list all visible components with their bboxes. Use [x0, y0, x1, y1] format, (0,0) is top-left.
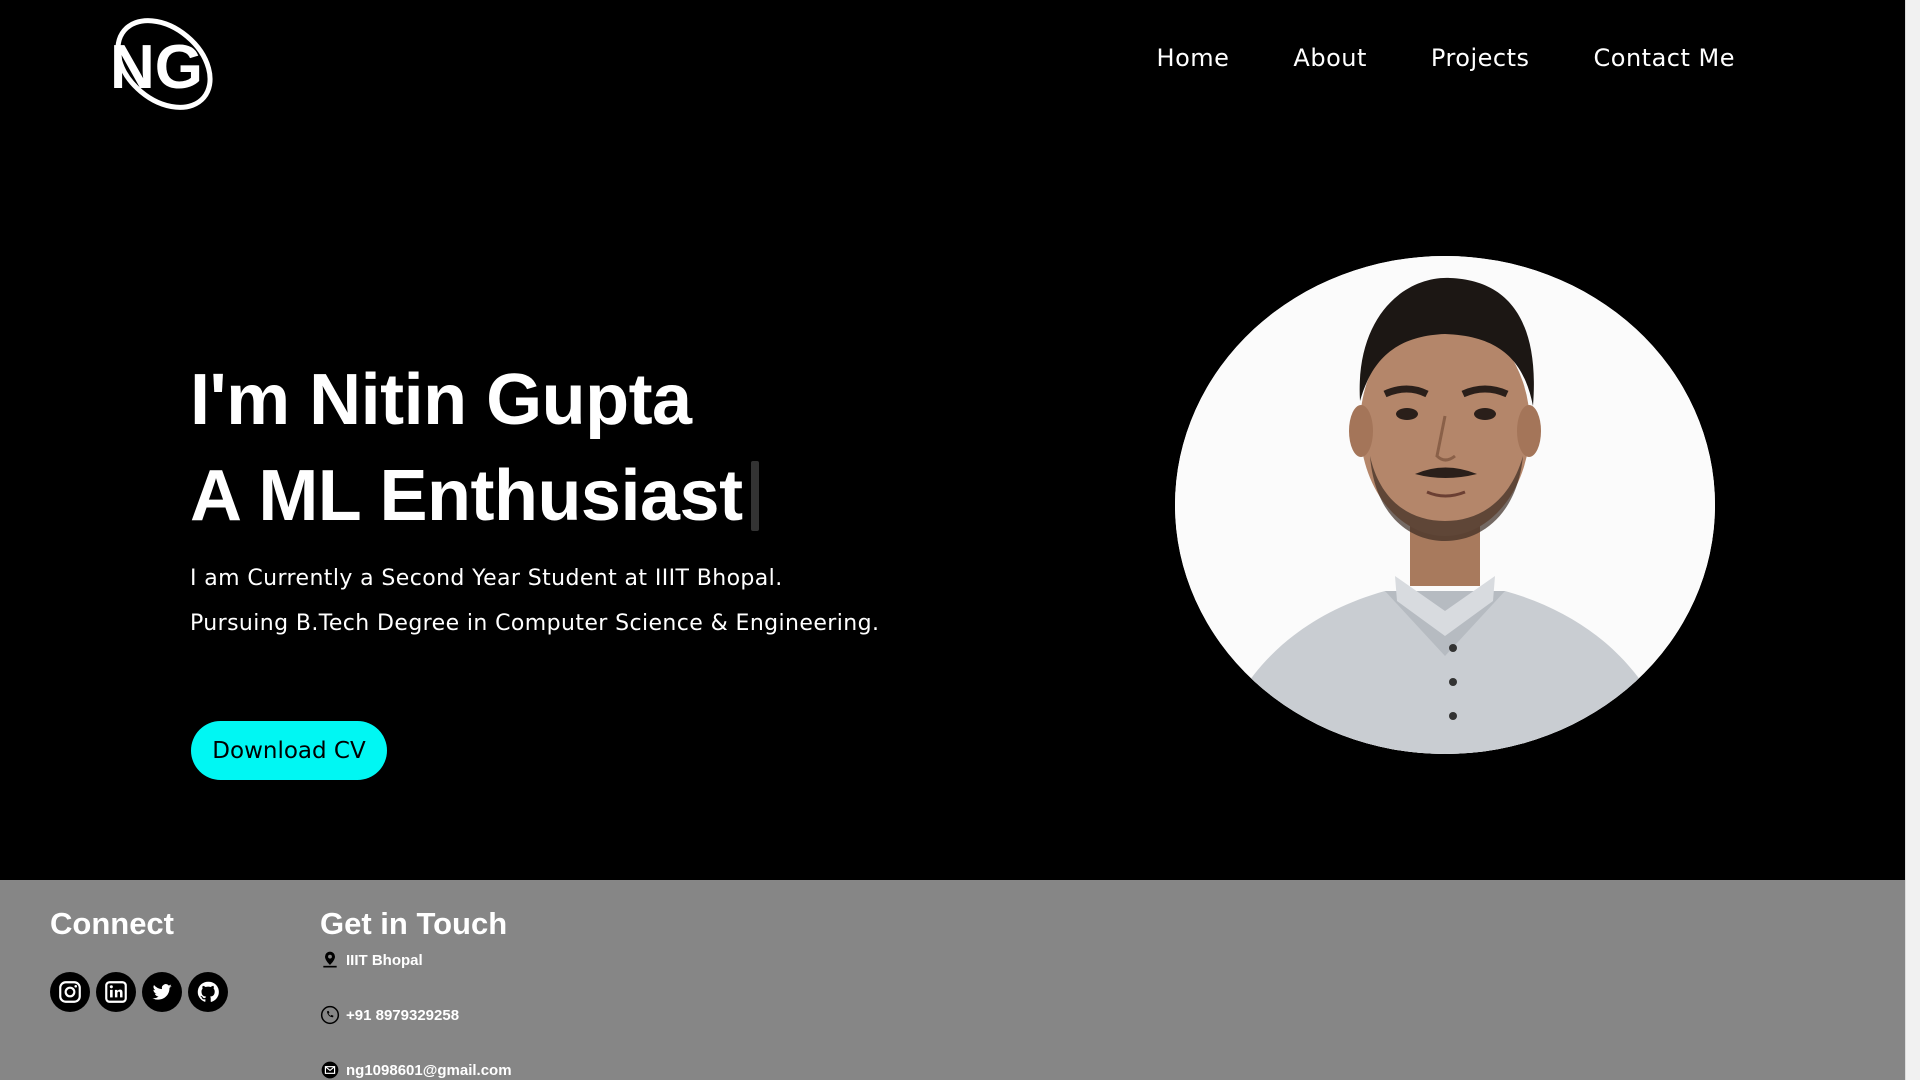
nav-contact[interactable]: Contact Me — [1594, 44, 1735, 72]
svg-text:NG: NG — [110, 33, 203, 102]
hero-desc-2: Pursuing B.Tech Degree in Computer Scien… — [190, 611, 880, 636]
page-scrollbar[interactable] — [1905, 0, 1920, 1080]
get-in-touch-heading: Get in Touch — [320, 906, 508, 941]
hero-role-line: A ML Enthusiast — [190, 448, 879, 544]
location-text: IIIT Bhopal — [346, 951, 423, 969]
profile-photo — [1175, 256, 1715, 754]
contact-phone: +91 8979329258 — [320, 1005, 459, 1025]
email-text[interactable]: ng1098601@gmail.com — [346, 1062, 512, 1079]
social-links — [50, 972, 228, 1012]
instagram-icon[interactable] — [50, 972, 90, 1012]
linkedin-icon[interactable] — [96, 972, 136, 1012]
hero-role: A ML Enthusiast — [190, 456, 743, 536]
github-icon[interactable] — [188, 972, 228, 1012]
footer: Connect Get in Touch IIIT Bhopal +91 897… — [0, 880, 1905, 1080]
contact-email: ng1098601@gmail.com — [320, 1060, 512, 1080]
nav-about[interactable]: About — [1293, 44, 1366, 72]
twitter-icon[interactable] — [142, 972, 182, 1012]
phone-text[interactable]: +91 8979329258 — [346, 1007, 459, 1024]
download-cv-button[interactable]: Download CV — [191, 721, 387, 780]
location-pin-icon — [323, 951, 337, 968]
contact-location: IIIT Bhopal — [320, 950, 423, 970]
hero-desc-1: I am Currently a Second Year Student at … — [190, 566, 783, 591]
nav-home[interactable]: Home — [1157, 44, 1230, 72]
hero-name: I'm Nitin Gupta — [190, 360, 692, 440]
hero-section: I'm Nitin Gupta A ML Enthusiast I am Cur… — [190, 352, 879, 646]
nav-projects[interactable]: Projects — [1431, 44, 1530, 72]
phone-icon — [320, 1005, 340, 1025]
mail-icon — [321, 1061, 339, 1079]
ng-logo[interactable]: NG — [102, 4, 220, 122]
connect-heading: Connect — [50, 906, 174, 941]
typing-cursor — [750, 461, 759, 531]
main-nav: Home About Projects Contact Me — [1157, 44, 1735, 72]
portfolio-page: NG Home About Projects Contact Me I'm Ni… — [0, 0, 1920, 1080]
